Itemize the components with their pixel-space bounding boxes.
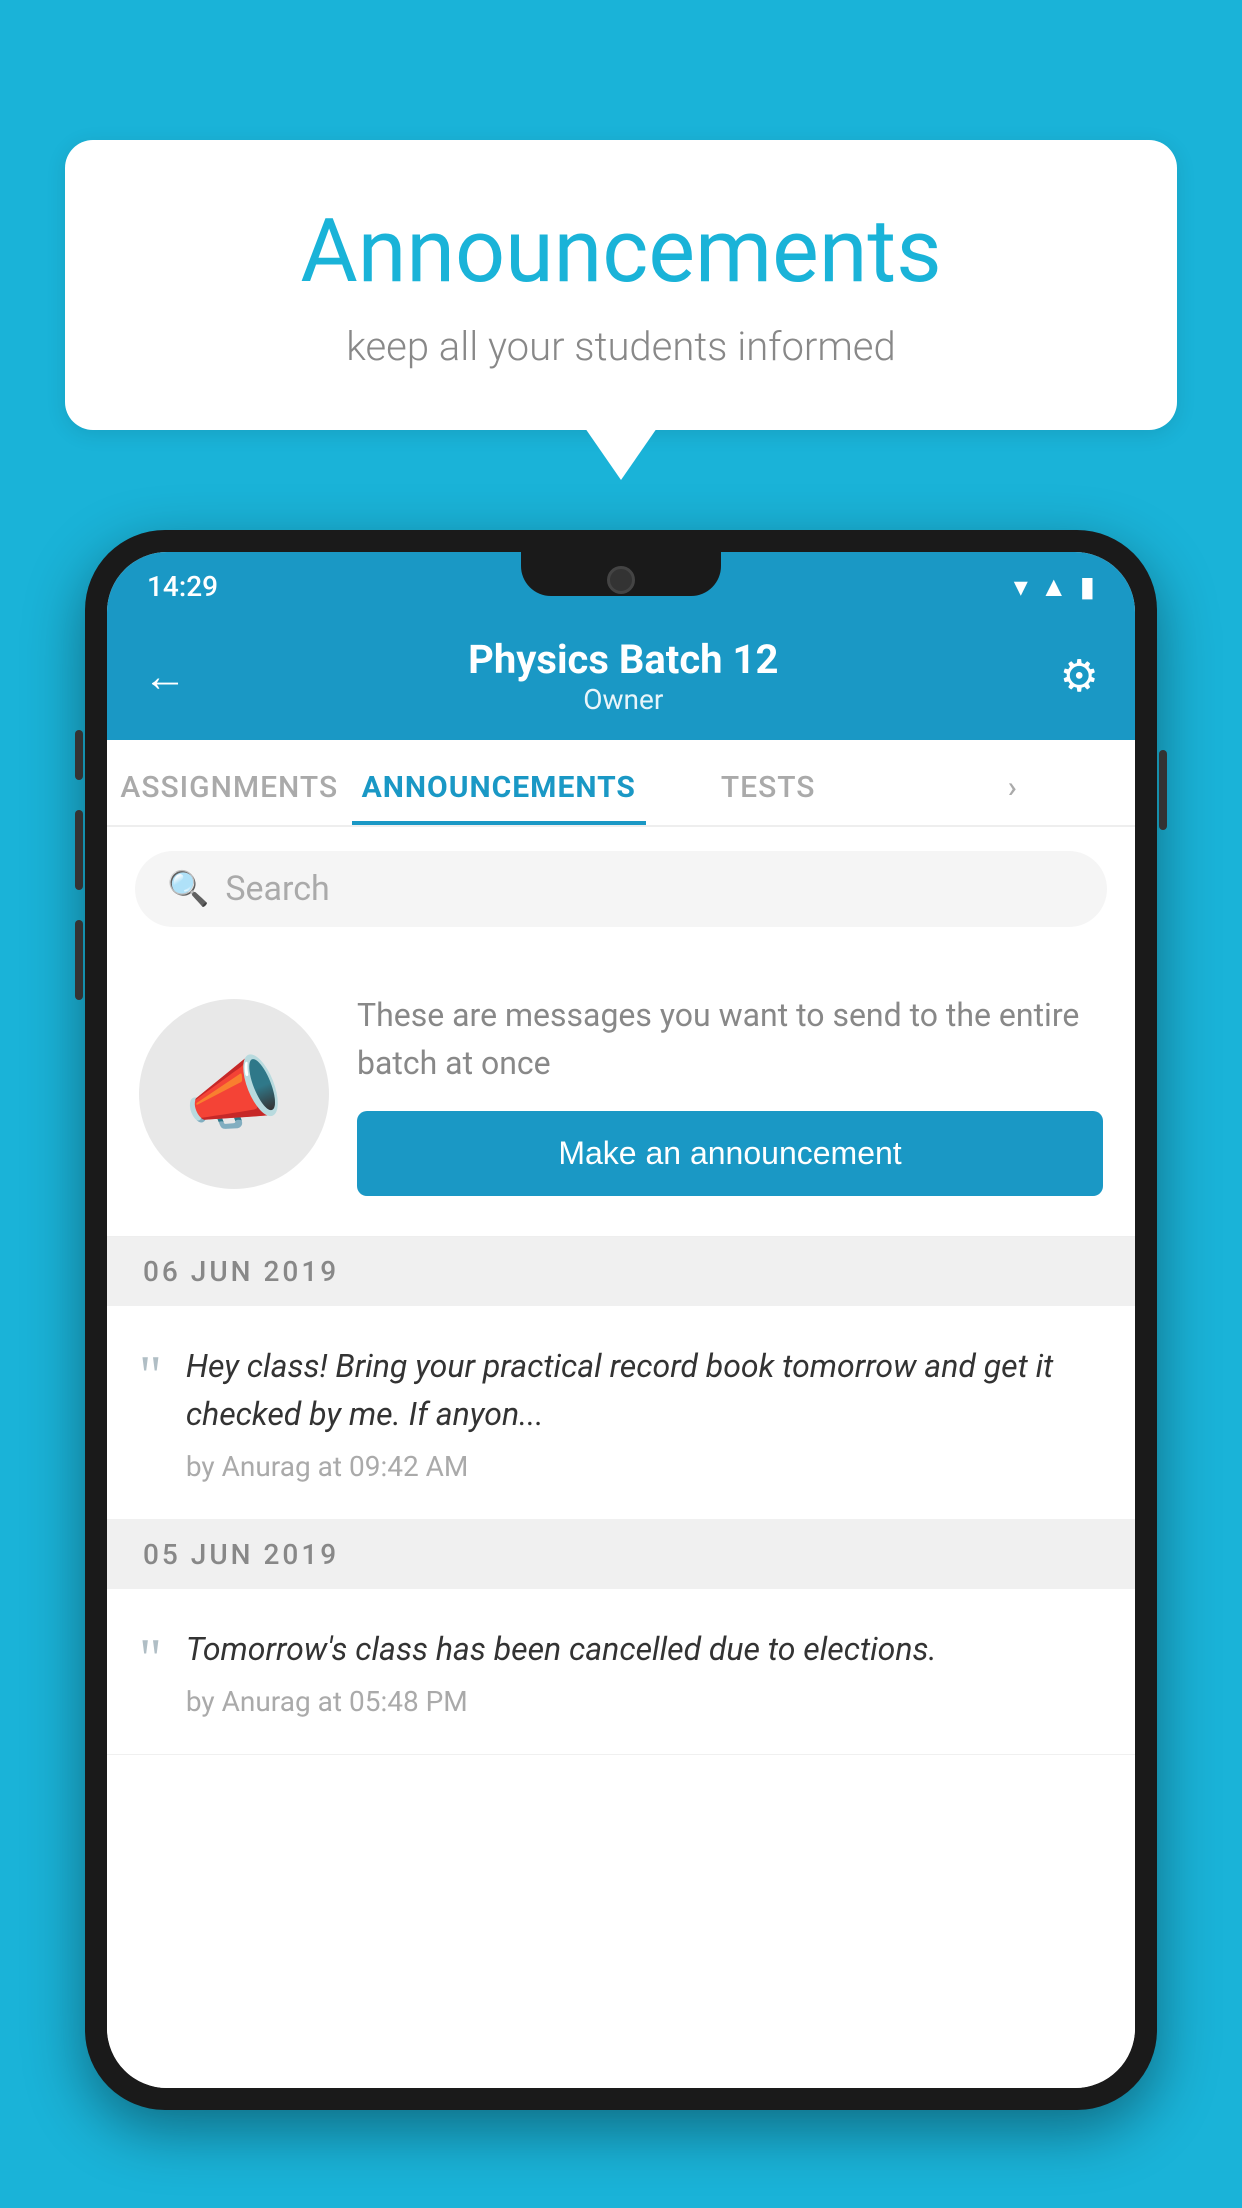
tab-announcements[interactable]: ANNOUNCEMENTS xyxy=(352,740,646,825)
intro-right: These are messages you want to send to t… xyxy=(357,991,1103,1196)
speech-bubble-wrapper: Announcements keep all your students inf… xyxy=(65,140,1177,480)
announcement-content-2: Tomorrow's class has been cancelled due … xyxy=(186,1625,1103,1718)
announcement-content-1: Hey class! Bring your practical record b… xyxy=(186,1342,1103,1483)
header-title: Physics Batch 12 xyxy=(468,636,778,683)
intro-description: These are messages you want to send to t… xyxy=(357,991,1103,1087)
megaphone-circle: 📣 xyxy=(139,999,329,1189)
search-placeholder: Search xyxy=(225,869,329,909)
tab-assignments[interactable]: ASSIGNMENTS xyxy=(107,740,352,825)
header-subtitle: Owner xyxy=(468,683,778,716)
tab-tests[interactable]: TESTS xyxy=(646,740,891,825)
tabs-bar: ASSIGNMENTS ANNOUNCEMENTS TESTS › xyxy=(107,740,1135,827)
announcement-item-2: " Tomorrow's class has been cancelled du… xyxy=(107,1589,1135,1755)
phone-outer: 14:29 ▾ ▲ ▮ ← Physics Batch 12 Owner ⚙ A… xyxy=(85,530,1157,2110)
announcement-text-2: Tomorrow's class has been cancelled due … xyxy=(186,1625,1103,1673)
announcement-meta-2: by Anurag at 05:48 PM xyxy=(186,1685,1103,1718)
megaphone-icon: 📣 xyxy=(184,1047,284,1141)
announcement-meta-1: by Anurag at 09:42 AM xyxy=(186,1450,1103,1483)
back-button[interactable]: ← xyxy=(143,650,187,702)
wifi-icon: ▾ xyxy=(1014,570,1028,603)
status-icons: ▾ ▲ ▮ xyxy=(1014,570,1095,603)
quote-icon-1: " xyxy=(139,1342,162,1404)
status-time: 14:29 xyxy=(147,570,218,603)
announcement-text-1: Hey class! Bring your practical record b… xyxy=(186,1342,1103,1438)
search-bar[interactable]: 🔍 Search xyxy=(135,851,1107,927)
battery-icon: ▮ xyxy=(1080,570,1095,603)
phone-camera xyxy=(607,566,635,594)
volume-up-button xyxy=(75,730,83,780)
bubble-subtitle: keep all your students informed xyxy=(145,323,1097,370)
date-separator-1: 06 JUN 2019 xyxy=(107,1237,1135,1306)
settings-icon[interactable]: ⚙ xyxy=(1060,650,1099,702)
phone-wrapper: 14:29 ▾ ▲ ▮ ← Physics Batch 12 Owner ⚙ A… xyxy=(85,530,1157,2208)
app-header: ← Physics Batch 12 Owner ⚙ xyxy=(107,616,1135,740)
phone-screen: 14:29 ▾ ▲ ▮ ← Physics Batch 12 Owner ⚙ A… xyxy=(107,552,1135,2088)
search-icon: 🔍 xyxy=(167,869,209,909)
search-container: 🔍 Search xyxy=(107,827,1135,951)
make-announcement-button[interactable]: Make an announcement xyxy=(357,1111,1103,1196)
volume-down-button xyxy=(75,810,83,890)
date-separator-2: 05 JUN 2019 xyxy=(107,1520,1135,1589)
quote-icon-2: " xyxy=(139,1625,162,1687)
phone-notch xyxy=(521,552,721,596)
announcement-item-1: " Hey class! Bring your practical record… xyxy=(107,1306,1135,1520)
power-button xyxy=(1159,750,1167,830)
tab-more[interactable]: › xyxy=(890,740,1135,825)
signal-icon: ▲ xyxy=(1040,570,1068,603)
content-area: 🔍 Search 📣 These are messages you want t… xyxy=(107,827,1135,2088)
bubble-title: Announcements xyxy=(145,200,1097,303)
silent-button xyxy=(75,920,83,1000)
intro-section: 📣 These are messages you want to send to… xyxy=(107,951,1135,1237)
header-title-area: Physics Batch 12 Owner xyxy=(468,636,778,716)
speech-bubble: Announcements keep all your students inf… xyxy=(65,140,1177,430)
speech-bubble-arrow xyxy=(585,428,657,480)
